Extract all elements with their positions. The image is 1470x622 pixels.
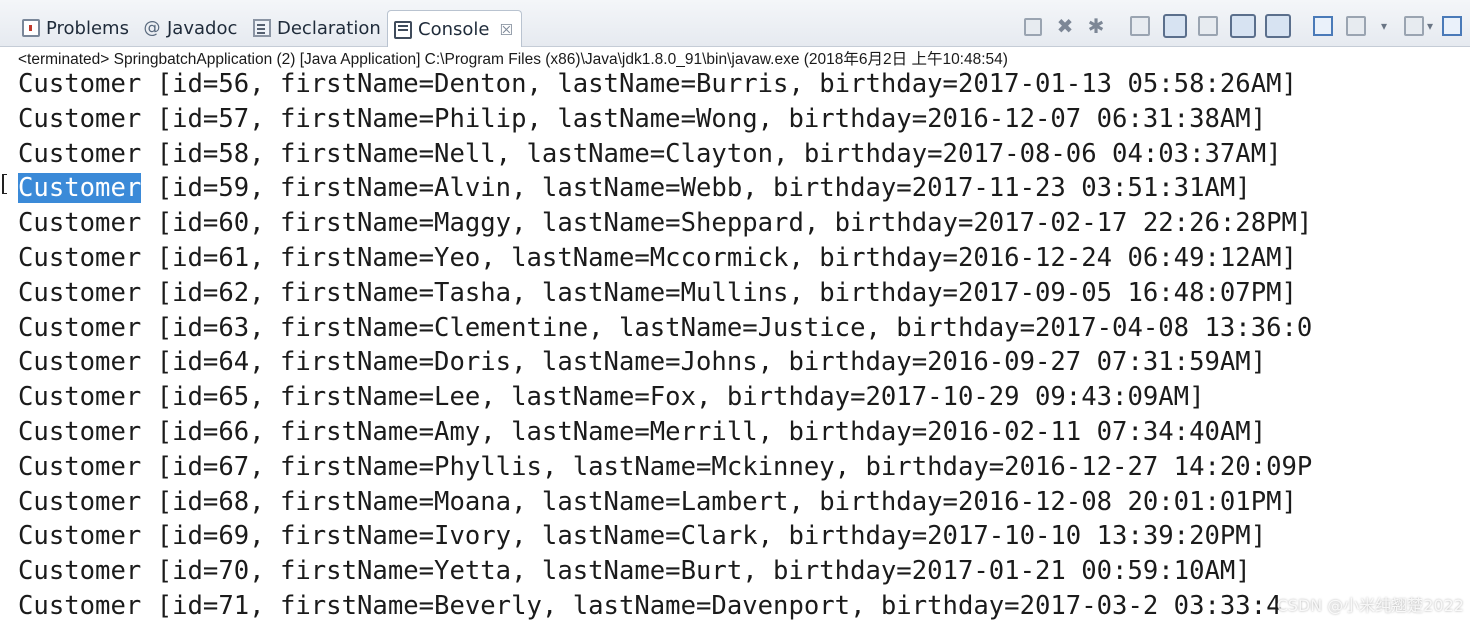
console-line-text: [id=65, firstName=Lee, lastName=Fox, bir… [141, 382, 1205, 413]
console-line[interactable]: Customer [id=71, firstName=Beverly, last… [18, 589, 1282, 622]
clear-console-icon[interactable]: ✱ [1086, 16, 1106, 36]
minimize-icon[interactable] [1404, 16, 1424, 36]
console-line-text: [id=58, firstName=Nell, lastName=Clayton… [141, 138, 1282, 169]
console-line-text: [id=61, firstName=Yeo, lastName=Mccormic… [141, 243, 1297, 273]
text-cursor-icon [2, 174, 7, 194]
console-line[interactable]: Customer [id=67, firstName=Phyllis, last… [18, 450, 1312, 485]
console-line-class: Customer [18, 312, 142, 343]
console-line[interactable]: Customer [id=63, firstName=Clementine, l… [18, 311, 1312, 346]
maximize-icon[interactable] [1442, 16, 1462, 36]
console-line[interactable]: Customer [id=57, firstName=Philip, lastN… [18, 102, 1266, 137]
console-line-class: Customer [18, 277, 142, 308]
console-line-text: [id=67, firstName=Phyllis, lastName=Mcki… [141, 451, 1313, 482]
console-line-selected[interactable]: Customer [id=59, firstName=Alvin, lastNa… [18, 171, 1251, 206]
close-tab-icon[interactable]: ☒ [499, 21, 512, 39]
console-line-class: Customer [18, 69, 142, 99]
console-line-class: Customer [18, 382, 142, 413]
view-tab-bar: Problems @ Javadoc Declaration Console ☒… [0, 0, 1470, 48]
scroll-lock-icon[interactable] [1130, 16, 1150, 36]
console-line-text: [id=68, firstName=Moana, lastName=Lamber… [141, 486, 1297, 517]
console-line-text: [id=59, firstName=Alvin, lastName=Webb, … [141, 173, 1251, 204]
javadoc-icon: @ [143, 18, 161, 38]
console-line-class: Customer [18, 347, 142, 378]
console-line[interactable]: Customer [id=69, firstName=Ivory, lastNa… [18, 519, 1266, 554]
console-line[interactable]: Customer [id=66, firstName=Amy, lastName… [18, 415, 1266, 450]
console-line-text: [id=71, firstName=Beverly, lastName=Dave… [141, 591, 1282, 621]
dropdown-arrow-icon[interactable]: ▾ [1424, 16, 1436, 36]
console-line-text: [id=64, firstName=Doris, lastName=Johns,… [141, 347, 1267, 378]
console-line[interactable]: Customer [id=62, firstName=Tasha, lastNa… [18, 276, 1297, 311]
console-line-text: [id=66, firstName=Amy, lastName=Merrill,… [141, 417, 1267, 447]
console-line[interactable]: Customer [id=64, firstName=Doris, lastNa… [18, 345, 1266, 380]
display-selected-console-icon[interactable] [1265, 14, 1291, 38]
tab-javadoc[interactable]: @ Javadoc [143, 11, 238, 45]
chevron-down-icon[interactable]: ▾ [1378, 16, 1390, 36]
pin-console-icon[interactable] [1230, 14, 1256, 38]
open-console-icon[interactable] [1313, 16, 1333, 36]
console-line[interactable]: Customer [id=61, firstName=Yeo, lastName… [18, 241, 1297, 276]
console-line-class: Customer [18, 451, 142, 482]
tab-console[interactable]: Console ☒ [387, 10, 522, 48]
console-line[interactable]: Customer [id=70, firstName=Yetta, lastNa… [18, 554, 1251, 589]
tab-console-label: Console [418, 19, 490, 40]
word-wrap-icon[interactable] [1163, 14, 1187, 38]
show-on-output-icon[interactable] [1198, 16, 1218, 36]
console-line[interactable]: Customer [id=60, firstName=Maggy, lastNa… [18, 206, 1312, 241]
console-line-text: [id=62, firstName=Tasha, lastName=Mullin… [141, 277, 1297, 308]
tab-declaration-label: Declaration [277, 17, 381, 39]
console-line[interactable]: Customer [id=68, firstName=Moana, lastNa… [18, 485, 1297, 520]
console-output[interactable]: Customer [id=56, firstName=Denton, lastN… [0, 67, 1470, 622]
console-line-class: Customer [18, 138, 142, 169]
declaration-icon [253, 19, 271, 37]
console-line-class: Customer [18, 208, 142, 239]
remove-all-terminated-icon[interactable]: ✖ [1055, 16, 1075, 36]
console-line-class: Customer [18, 243, 142, 273]
console-line-class: Customer [18, 103, 142, 134]
remove-launch-icon[interactable] [1024, 18, 1042, 36]
tab-problems[interactable]: Problems [22, 11, 129, 45]
console-line-class: Customer [18, 521, 142, 552]
view-menu-icon[interactable] [1346, 16, 1366, 36]
console-line[interactable]: Customer [id=58, firstName=Nell, lastNam… [18, 137, 1282, 172]
tab-declaration[interactable]: Declaration [253, 11, 381, 45]
console-line-text: [id=69, firstName=Ivory, lastName=Clark,… [141, 521, 1267, 552]
console-line-class: Customer [18, 591, 142, 621]
console-line[interactable]: Customer [id=65, firstName=Lee, lastName… [18, 380, 1204, 415]
problems-icon [22, 19, 40, 37]
selected-text: Customer [18, 173, 142, 204]
console-line-text: [id=60, firstName=Maggy, lastName=Sheppa… [141, 208, 1313, 239]
console-line-class: Customer [18, 486, 142, 517]
console-icon [394, 20, 412, 39]
console-line-text: [id=56, firstName=Denton, lastName=Burri… [141, 69, 1297, 99]
console-line[interactable]: Customer [id=56, firstName=Denton, lastN… [18, 67, 1297, 102]
console-line-class: Customer [18, 417, 142, 447]
tab-problems-label: Problems [46, 17, 129, 39]
console-line-class: Customer [18, 556, 142, 587]
watermark: CSDN @小米纯翘楚2022 [1276, 596, 1464, 615]
console-line-text: [id=57, firstName=Philip, lastName=Wong,… [141, 103, 1267, 134]
console-line-text: [id=70, firstName=Yetta, lastName=Burt, … [141, 556, 1251, 587]
console-line-text: [id=63, firstName=Clementine, lastName=J… [141, 312, 1313, 343]
tab-javadoc-label: Javadoc [167, 17, 238, 39]
